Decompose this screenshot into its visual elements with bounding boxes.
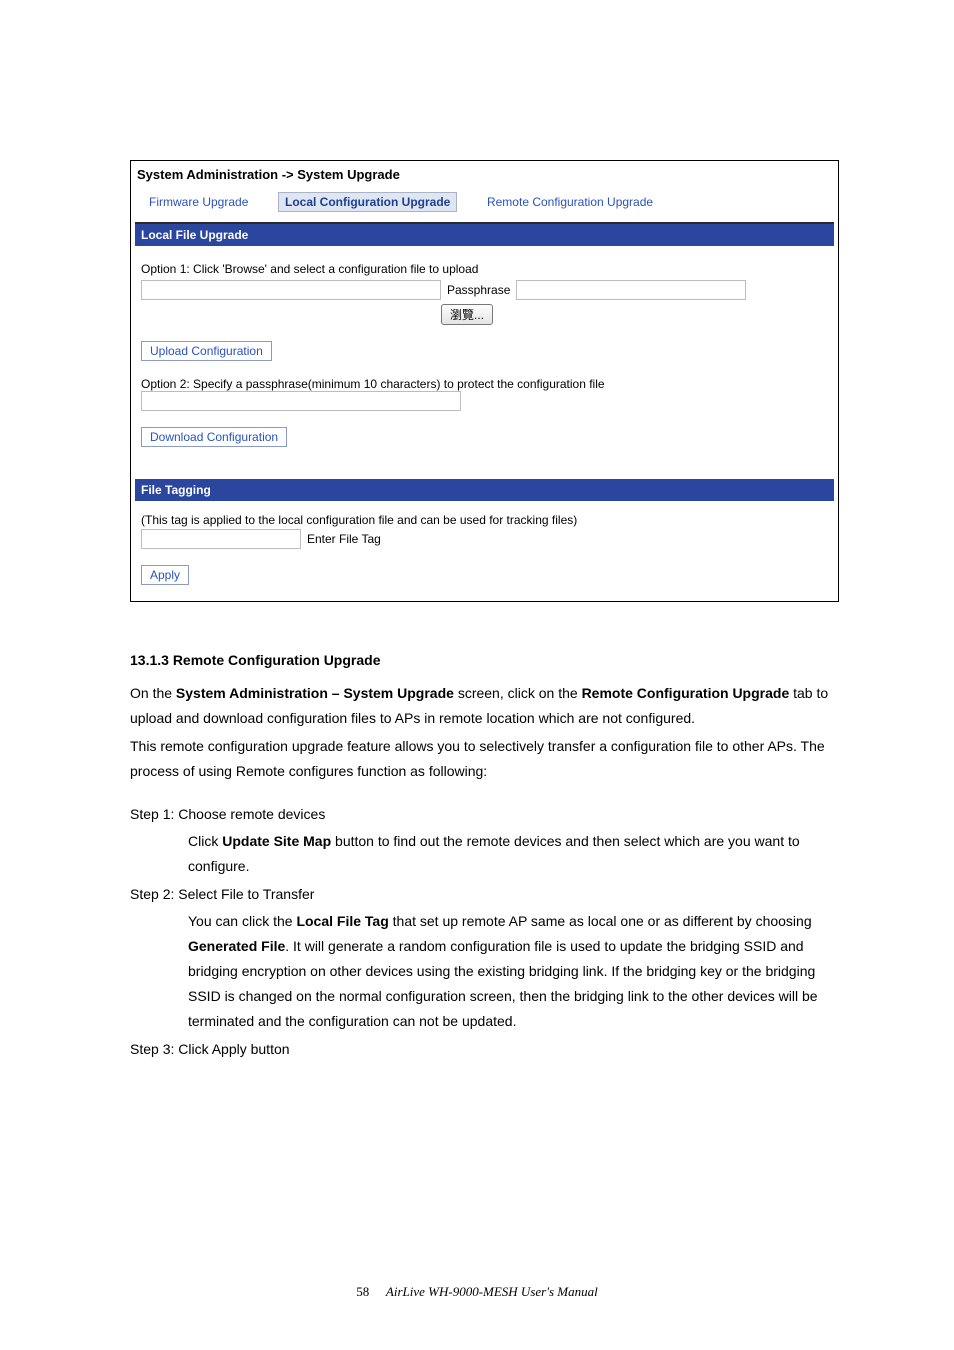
upload-configuration-button[interactable]: Upload Configuration <box>141 341 272 361</box>
footer-title: AirLive WH-9000-MESH User's Manual <box>386 1284 598 1299</box>
step-3-head: Step 3: Click Apply button <box>130 1037 839 1062</box>
upload-passphrase-input[interactable] <box>516 280 746 300</box>
system-upgrade-panel: System Administration -> System Upgrade … <box>130 160 839 602</box>
para-1: On the System Administration – System Up… <box>130 681 839 731</box>
step-1-head: Step 1: Choose remote devices <box>130 802 839 827</box>
option2-text: Option 2: Specify a passphrase(minimum 1… <box>141 377 828 391</box>
tab-remote-configuration-upgrade[interactable]: Remote Configuration Upgrade <box>481 193 659 211</box>
file-tagging-header: File Tagging <box>135 479 834 501</box>
step-2-body: You can click the Local File Tag that se… <box>130 909 839 1035</box>
passphrase-label: Passphrase <box>447 283 510 297</box>
section-heading: 13.1.3 Remote Configuration Upgrade <box>130 648 839 673</box>
file-tag-label: Enter File Tag <box>307 532 381 546</box>
local-file-upgrade-header: Local File Upgrade <box>135 224 834 246</box>
page-footer: 58 AirLive WH-9000-MESH User's Manual <box>0 1284 954 1300</box>
tab-local-configuration-upgrade[interactable]: Local Configuration Upgrade <box>278 192 457 212</box>
document-text: 13.1.3 Remote Configuration Upgrade On t… <box>130 648 839 1062</box>
step-2-head: Step 2: Select File to Transfer <box>130 882 839 907</box>
tab-firmware-upgrade[interactable]: Firmware Upgrade <box>143 193 254 211</box>
file-tagging-desc: (This tag is applied to the local config… <box>141 513 828 527</box>
file-tag-input[interactable] <box>141 529 301 549</box>
apply-button[interactable]: Apply <box>141 565 189 585</box>
page-number: 58 <box>356 1284 369 1299</box>
download-passphrase-input[interactable] <box>141 391 461 411</box>
panel-title: System Administration -> System Upgrade <box>131 161 838 186</box>
browse-button[interactable]: 瀏覽... <box>441 304 493 325</box>
tab-strip: Firmware Upgrade Local Configuration Upg… <box>131 186 838 222</box>
download-configuration-button[interactable]: Download Configuration <box>141 427 287 447</box>
option1-text: Option 1: Click 'Browse' and select a co… <box>141 262 828 276</box>
upload-file-path-input[interactable] <box>141 280 441 300</box>
para-2: This remote configuration upgrade featur… <box>130 734 839 784</box>
step-1-body: Click Update Site Map button to find out… <box>130 829 839 879</box>
